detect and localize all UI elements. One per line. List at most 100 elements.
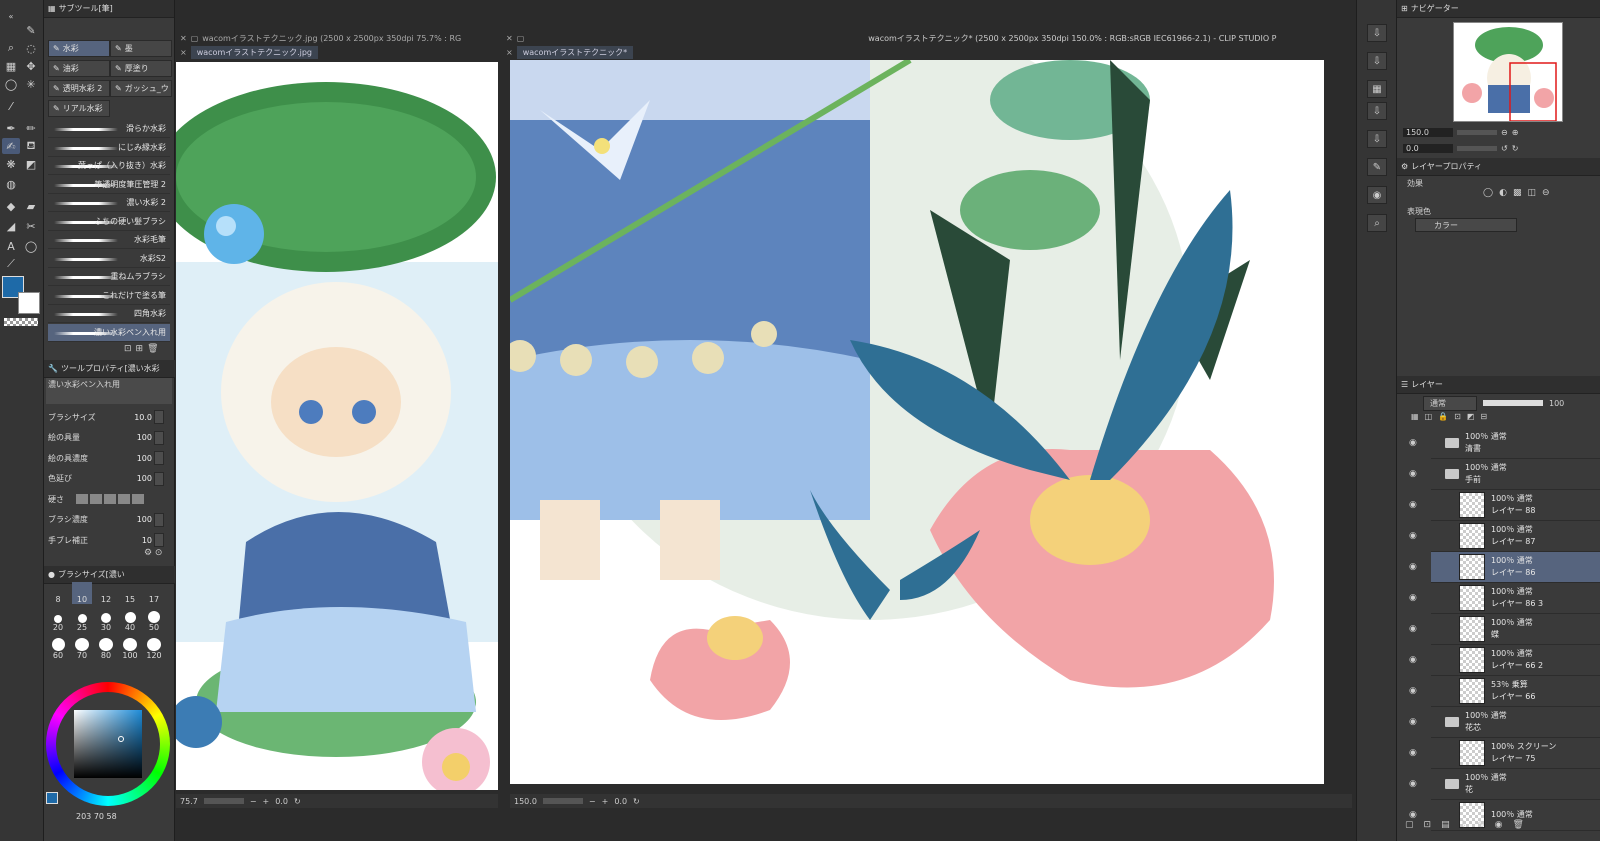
color-saturation-square[interactable] [74,710,142,778]
blend-icon[interactable]: ◍ [2,176,20,192]
edit-icon[interactable]: ✎ [1367,158,1387,176]
navigator-thumbnail[interactable] [1453,22,1563,122]
maximize-icon[interactable]: ▢ [517,34,525,43]
brush-preset-item[interactable]: 筆透明度筆圧管理 2 [48,176,170,194]
zoom-slider[interactable] [203,798,244,804]
rotate-icon[interactable]: ↻ [294,797,301,806]
subtool-group-button[interactable]: ✎ 墨 [110,40,172,57]
navigator-angle-slider[interactable] [1457,145,1497,151]
canvas-b-angle[interactable]: 0.0 [614,797,627,806]
visibility-eye-icon[interactable]: ◉ [1409,624,1421,634]
download-icon[interactable]: ⇩ [1367,52,1387,70]
brush-preset-item[interactable]: ふちの硬い髪ブラシ [48,213,170,231]
zoom-in-icon[interactable]: ⊕ [1512,128,1519,137]
spinner-icon[interactable] [154,471,164,486]
layer-item[interactable]: ◉ 100％ スクリーン レイヤー 75 [1409,738,1600,769]
tool-property-value[interactable]: 10 [142,536,152,545]
rotate-right-icon[interactable]: ↻ [1512,144,1519,153]
camera-icon[interactable]: ◉ [1367,186,1387,204]
tool-property-value[interactable]: 100 [137,515,152,524]
zoom-slider[interactable] [542,798,583,804]
download-icon[interactable]: ⇩ [1367,24,1387,42]
visibility-eye-icon[interactable]: ◉ [1409,469,1421,479]
brush-icon[interactable]: ✍ [2,138,20,154]
eraser-icon[interactable]: ◩ [22,156,40,172]
spinner-icon[interactable] [154,512,164,527]
brush-size-preset[interactable]: 80 [96,638,116,660]
canvas-a-artwork[interactable] [176,62,498,790]
spinner-icon[interactable] [154,451,164,465]
layer-item[interactable]: ◉ 53％ 乗算 レイヤー 66 [1409,676,1600,707]
brush-size-preset[interactable]: 12 [96,582,116,604]
new-subtool-icon[interactable]: ⊞ [136,344,144,356]
mask-icon[interactable]: ◩ [1467,412,1475,424]
move-icon[interactable]: ✥ [22,58,40,74]
brush-size-preset[interactable]: 30 [96,610,116,632]
visibility-eye-icon[interactable]: ◉ [1409,438,1421,448]
eyedropper-icon[interactable]: ⁄ [2,98,20,114]
frame-icon[interactable]: ✂ [22,218,40,234]
brush-preset-item[interactable]: 濃い水彩 2 [48,194,170,212]
layer-move-icon[interactable]: ▦ [2,58,20,74]
delete-subtool-icon[interactable]: 🗑 [147,344,158,356]
layer-item[interactable]: ◉ 100％ 通常 手前 [1409,459,1600,490]
brush-preset-item[interactable]: これだけで塗る筆 [48,287,170,305]
current-color-chip[interactable] [46,792,58,804]
close-icon[interactable]: × [180,48,187,57]
close-icon[interactable]: × [506,48,513,57]
brush-preset-item[interactable]: 滑らか水彩 [48,120,170,138]
spinner-icon[interactable] [154,430,164,445]
mask-add-icon[interactable]: ◉ [1495,820,1503,834]
brush-size-preset[interactable]: 15 [120,582,140,604]
spinner-icon[interactable] [154,410,164,424]
decoration-icon[interactable]: ❋ [2,156,20,172]
canvas-a-zoom[interactable]: 75.7 [180,797,198,806]
brush-preset-item[interactable]: 葉っぱ（入り抜き）水彩 [48,157,170,175]
brush-size-preset[interactable]: 100 [120,638,140,660]
visibility-eye-icon[interactable]: ◉ [1409,748,1421,758]
balloon-icon[interactable]: ◯ [22,238,40,254]
rotate-icon[interactable]: ↻ [633,797,640,806]
canvas-b-tab[interactable]: wacomイラストテクニック* [516,45,634,59]
subtool-group-button[interactable]: ✎ ガッシュ_ウ [110,80,172,97]
pen-icon[interactable]: ✎ [22,22,40,38]
layer-item[interactable]: ◉ 100％ 通常 レイヤー 87 [1409,521,1600,552]
extract-line-icon[interactable]: ◐ [1499,188,1507,202]
new-vector-icon[interactable]: ⊡ [1424,820,1432,834]
subtool-group-button[interactable]: ✎ 厚塗り [110,60,172,77]
lasso-select-icon[interactable]: ◌ [22,40,40,56]
brush-preset-item[interactable]: にじみ縁水彩 [48,139,170,157]
brush-size-preset[interactable]: 10 [72,582,92,604]
brush-size-preset[interactable]: 120 [144,638,164,660]
lock-icon[interactable]: 🔒 [1438,412,1448,424]
magic-wand-icon[interactable]: ✳ [22,76,40,92]
brush-preset-item[interactable]: 濃い水彩ペン入れ用 [48,323,170,342]
brush-size-preset[interactable]: 20 [48,610,68,632]
brush-size-preset[interactable]: 8 [48,582,68,604]
subtool-group-button[interactable]: ✎ リアル水彩 [48,100,110,117]
layer-item[interactable]: ◉ 100％ 通常 レイヤー 88 [1409,490,1600,521]
navigator-angle[interactable]: 0.0 [1403,143,1453,153]
reference-icon[interactable]: ◫ [1425,412,1433,424]
clip-icon[interactable]: ▦ [1411,412,1419,424]
new-folder-icon[interactable]: ▤ [1441,820,1450,834]
spinner-icon[interactable] [154,533,164,547]
close-icon[interactable]: ✕ [180,34,187,43]
layer-item[interactable]: ◉ 100％ 通常 レイヤー 86 [1409,552,1600,583]
layer-item[interactable]: ◉ 100％ 通常 レイヤー 86 3 [1409,583,1600,614]
zoom-in-icon[interactable]: + [263,797,270,806]
new-raster-icon[interactable]: ▢ [1405,820,1414,834]
hardness-selector[interactable] [76,494,144,504]
download-icon[interactable]: ⇩ [1367,130,1387,148]
layer-item[interactable]: ◉ 100％ 通常 レイヤー 66 2 [1409,645,1600,676]
opacity-slider[interactable] [1483,400,1543,406]
tool-property-value[interactable]: 100 [137,433,152,442]
fill-tool-icon[interactable]: ◆ [2,198,20,214]
pen-tool-icon[interactable]: ✒ [2,120,20,136]
canvas-b-artwork[interactable] [510,60,1324,784]
brush-size-preset[interactable]: 60 [48,638,68,660]
canvas-b-zoom[interactable]: 150.0 [514,797,537,806]
layer-item[interactable]: ◉ 100％ 通常蝶 [1409,614,1600,645]
copy-subtool-icon[interactable]: ⊡ [124,344,132,356]
brush-preset-item[interactable]: 重ねムラブラシ [48,268,170,286]
